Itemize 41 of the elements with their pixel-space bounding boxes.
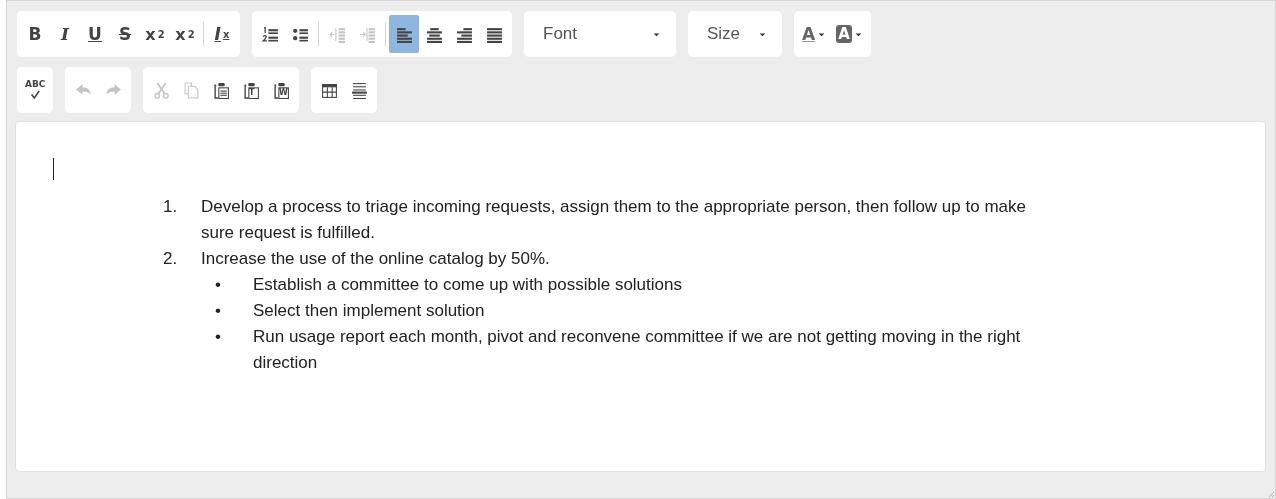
format-button[interactable]: B (20, 15, 50, 53)
background-color-button[interactable]: A (831, 15, 868, 53)
paste-word-button[interactable]: W (266, 71, 297, 109)
list-item-text: Increase the use of the online catalog by 50%. (201, 248, 550, 270)
editor-area[interactable] (15, 121, 1266, 472)
list-item-text: Run usage report each month, pivot and reconvene committee if we are not getting moving in the right direction (253, 326, 1022, 374)
table-icon (320, 81, 338, 99)
bullet: • (214, 274, 222, 296)
bullet: • (214, 300, 222, 322)
dropdown[interactable]: Font (527, 14, 673, 54)
clipboard-icon (272, 81, 290, 99)
text-cursor (53, 158, 54, 180)
format-button[interactable]: U (80, 15, 110, 53)
copy-icon (182, 81, 200, 99)
clipboard-icon (212, 81, 230, 99)
list-item-text: Select then implement solution (253, 300, 485, 322)
justify-icon (485, 25, 503, 43)
format-button[interactable]: I (50, 15, 80, 53)
align-center-icon (425, 25, 443, 43)
horizontal-line-icon (350, 81, 368, 99)
text-color-button[interactable]: A (797, 15, 832, 53)
list-item-text: Establish a committee to come up with possible solutions (253, 274, 682, 296)
list-number: 2. (163, 248, 179, 270)
scissors-icon (152, 81, 170, 99)
dropdown[interactable]: Size (691, 14, 779, 54)
list-number: 1. (163, 196, 179, 218)
align-right-icon (455, 25, 473, 43)
outdent-icon (328, 25, 346, 43)
paste-text-button[interactable]: T (236, 71, 267, 109)
format-button[interactable]: x$^{2}$ (170, 15, 200, 53)
format-button[interactable]: S (110, 15, 140, 53)
checkmark-icon (28, 89, 43, 100)
align-left-button[interactable] (389, 15, 419, 53)
bullet: • (214, 326, 222, 348)
clipboard-icon (242, 81, 260, 99)
resize-handle-icon[interactable] (1267, 490, 1275, 498)
list-item-text: Develop a process to triage incoming requests, assign them to the appropriate person, then follow up to make sure request is fulfilled. (201, 196, 1027, 244)
align-left-icon (395, 25, 413, 43)
spellcheck-button[interactable]: ABC (20, 71, 51, 109)
indent-icon (358, 25, 376, 43)
numbered-list-icon (261, 25, 279, 43)
